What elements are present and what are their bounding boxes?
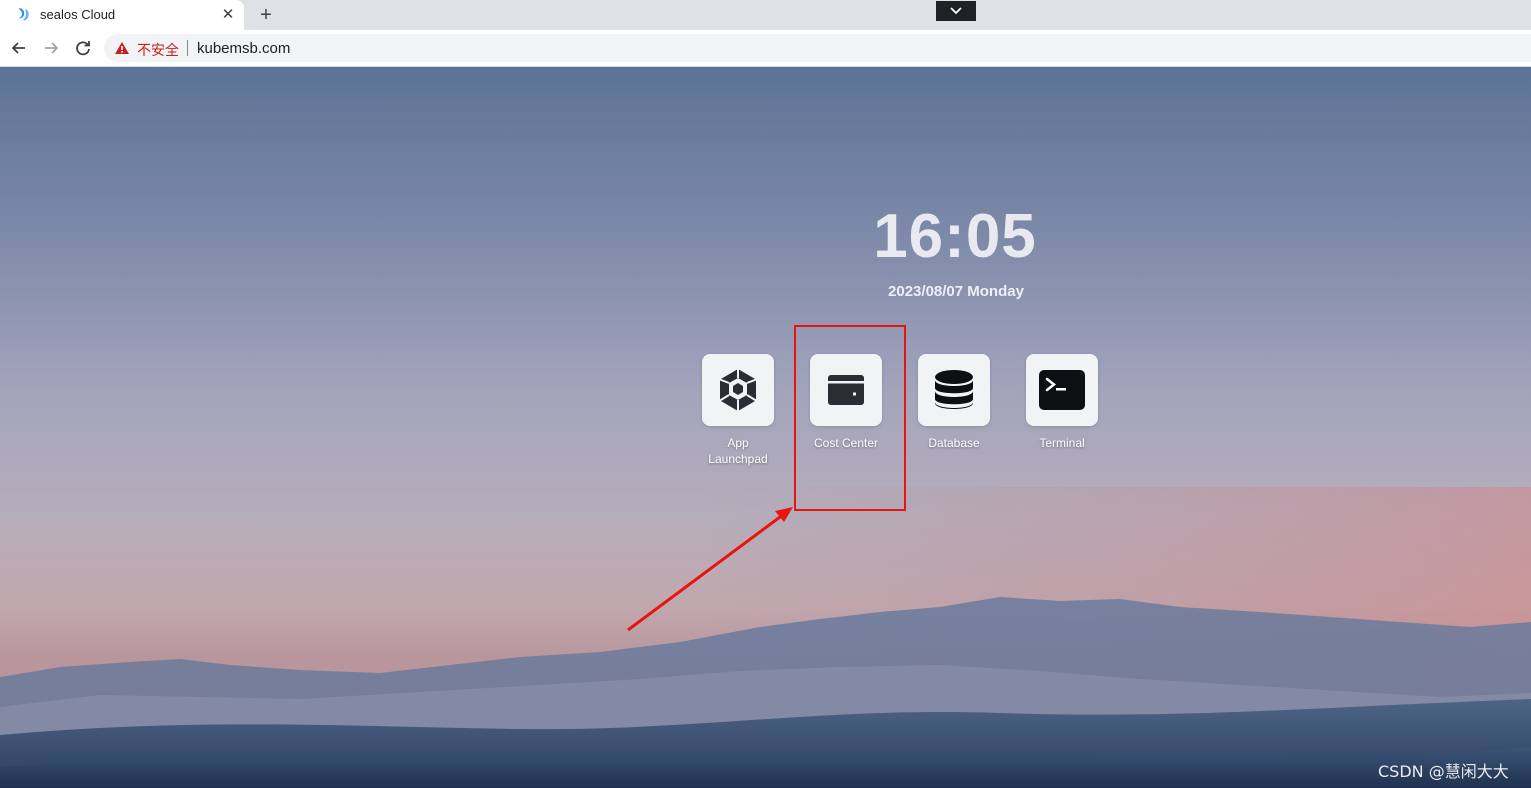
back-arrow-icon bbox=[11, 42, 25, 54]
browser-tab[interactable]: sealos Cloud ✕ bbox=[0, 0, 244, 30]
new-tab-button[interactable]: + bbox=[254, 3, 278, 27]
omnibox-divider bbox=[187, 40, 188, 56]
sealos-favicon-icon bbox=[16, 6, 32, 22]
sealos-desktop: 16:05 2023/08/07 Monday App Launchpad Co… bbox=[0, 67, 1531, 788]
watermark-text: CSDN @慧闲大大 bbox=[1378, 762, 1509, 781]
forward-arrow-icon bbox=[45, 42, 59, 54]
tab-title: sealos Cloud bbox=[40, 7, 116, 22]
reload-icon bbox=[76, 41, 90, 56]
url-text[interactable]: kubemsb.com bbox=[197, 40, 290, 57]
chevron-down-icon bbox=[950, 7, 962, 15]
tab-close-icon[interactable]: ✕ bbox=[218, 5, 238, 25]
back-button[interactable] bbox=[8, 37, 30, 59]
tab-search-button[interactable] bbox=[936, 1, 976, 21]
browser-toolbar: 不安全 kubemsb.com bbox=[0, 30, 1531, 67]
security-status-text[interactable]: 不安全 bbox=[137, 40, 179, 60]
annotation-arrow bbox=[627, 507, 793, 632]
reload-button[interactable] bbox=[72, 37, 94, 59]
tab-strip: sealos Cloud ✕ + bbox=[0, 0, 1531, 30]
warning-icon[interactable] bbox=[114, 41, 130, 60]
address-bar[interactable]: 不安全 kubemsb.com bbox=[104, 34, 1531, 62]
forward-button[interactable] bbox=[40, 37, 62, 59]
browser-window: sealos Cloud ✕ + 不安全 kubemsb.com 16:05 2… bbox=[0, 0, 1531, 788]
